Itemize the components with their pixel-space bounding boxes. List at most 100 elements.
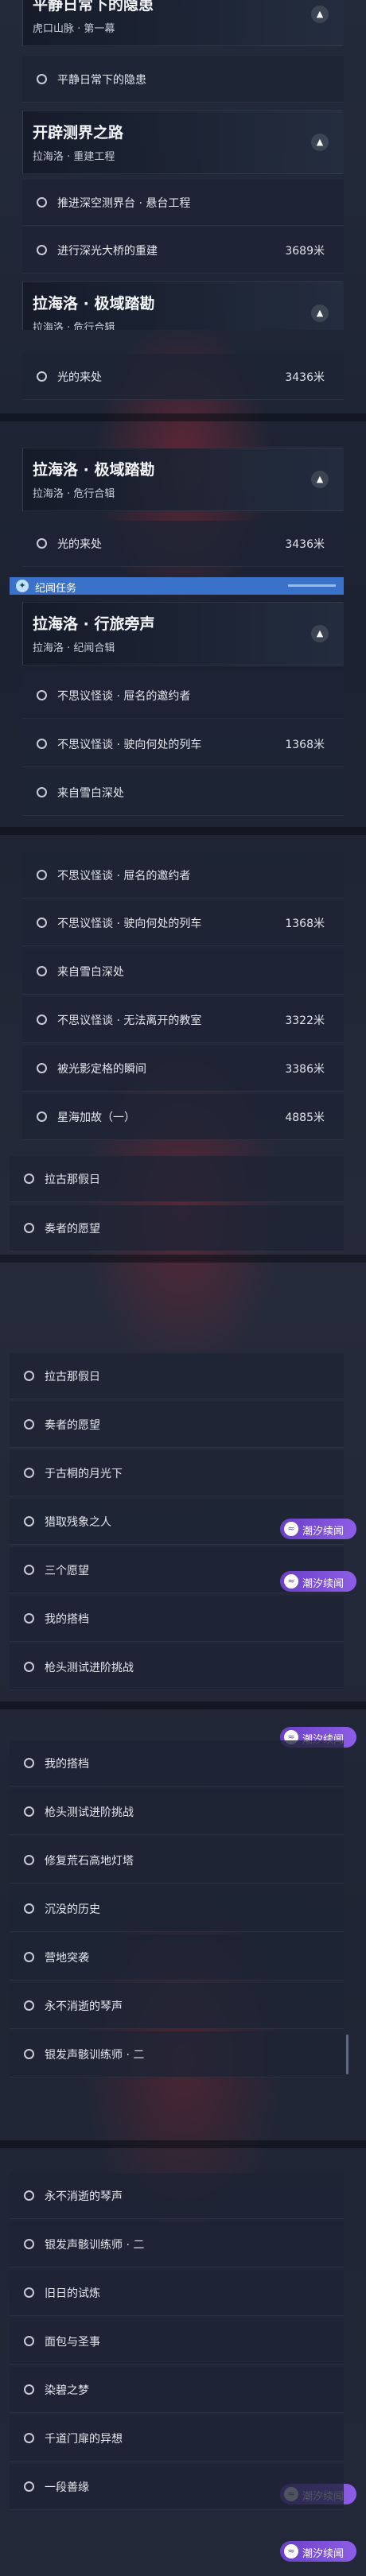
quest-row[interactable]: 拉古那假日: [10, 1353, 344, 1399]
tag-label: 潮汐续闻: [302, 1526, 345, 1538]
task-row[interactable]: 推进深空测界台 · 悬台工程: [22, 180, 344, 226]
screenshot-divider: [0, 2140, 366, 2148]
quest-status-icon: [24, 1613, 34, 1624]
quest-status-icon: [24, 1758, 34, 1768]
quest-card-active[interactable]: 拉海洛 · 极域踏勘 拉海洛 · 危行合辑 ▲: [22, 281, 344, 330]
quest-row[interactable]: 染碧之梦: [10, 2367, 344, 2413]
quest-status-icon: [24, 1855, 34, 1865]
task-row[interactable]: 来自雪白深处: [22, 770, 344, 816]
quest-label: 于古桐的月光下: [45, 1468, 123, 1480]
task-row[interactable]: 不思议怪谈 · 驶向何处的列车 1368米: [22, 900, 344, 946]
quest-status-icon: [24, 1419, 34, 1430]
quest-label: 银发声骸训练师 · 二: [45, 2049, 145, 2062]
section-decoration: [288, 584, 336, 587]
quest-row[interactable]: 奏者的愿望: [10, 1402, 344, 1448]
task-status-icon: [37, 918, 47, 928]
quest-row[interactable]: 修复荒石高地灯塔: [10, 1837, 344, 1884]
quest-status-icon: [24, 1952, 34, 1962]
task-row[interactable]: 来自雪白深处: [22, 949, 344, 995]
tidal-tag-badge: ≈ 潮汐续闻: [280, 1571, 356, 1592]
task-row[interactable]: 光的来处 3436米: [22, 521, 344, 567]
quest-row[interactable]: 我的搭档: [10, 1596, 344, 1642]
quest-label: 银发声骸训练师 · 二: [45, 2239, 145, 2252]
quest-row[interactable]: 奏者的愿望: [10, 1205, 344, 1251]
quest-row[interactable]: 枪头测试进阶挑战: [10, 1644, 344, 1690]
chevron-up-icon[interactable]: ▲: [311, 305, 329, 322]
quest-subtitle: 拉海洛 · 纪闻合辑: [33, 642, 115, 654]
quest-status-icon: [24, 1903, 34, 1914]
quest-row[interactable]: 银发声骸训练师 · 二: [10, 2221, 344, 2268]
task-row[interactable]: 星海加故（一） 4885米: [22, 1094, 344, 1140]
quest-label: 我的搭档: [45, 1758, 89, 1771]
quest-card[interactable]: 平静日常下的隐患 虎口山脉 · 第一幕 ▲: [22, 0, 344, 46]
quest-title: 开辟测界之路: [33, 124, 124, 142]
quest-status-icon: [24, 1174, 34, 1184]
quest-row[interactable]: 于古桐的月光下: [10, 1450, 344, 1496]
task-row[interactable]: 不思议怪谈 · 驶向何处的列车 1368米: [22, 721, 344, 767]
quest-status-icon: [24, 2049, 34, 2059]
screenshot-divider: [0, 1701, 366, 1709]
scrollbar[interactable]: [346, 2035, 348, 2074]
quest-label: 千道门扉的异想: [45, 2433, 123, 2446]
task-row[interactable]: 光的来处 3436米: [22, 354, 344, 400]
task-label: 进行深光大桥的重建: [57, 245, 158, 258]
quest-label: 枪头测试进阶挑战: [45, 1662, 134, 1674]
quest-row[interactable]: 我的搭档: [10, 1740, 344, 1787]
task-row[interactable]: 不思议怪谈 · 无法离开的教室 3322米: [22, 997, 344, 1043]
task-label: 星海加故（一）: [57, 1111, 135, 1124]
quest-status-icon: [24, 2000, 34, 2011]
quest-row[interactable]: 枪头测试进阶挑战: [10, 1789, 344, 1835]
quest-row[interactable]: 拉古那假日: [10, 1156, 344, 1202]
quest-status-icon: [24, 1565, 34, 1575]
task-row[interactable]: 被光影定格的瞬间 3386米: [22, 1046, 344, 1092]
tag-label: 潮汐续闻: [302, 2548, 345, 2560]
quest-row[interactable]: 千道门扉的异想: [10, 2415, 344, 2462]
quest-card[interactable]: 开辟测界之路 拉海洛 · 重建工程 ▲: [22, 111, 344, 174]
quest-status-icon: [24, 1806, 34, 1817]
quest-row[interactable]: 一段善缘: [10, 2464, 344, 2510]
task-status-icon: [37, 74, 47, 84]
quest-row[interactable]: 永不消逝的琴声: [10, 1983, 344, 2029]
task-status-icon: [37, 870, 47, 880]
quest-label: 旧日的试炼: [45, 2287, 100, 2300]
task-row[interactable]: 不思议怪谈 · 屉名的邀约者: [22, 852, 344, 898]
task-label: 不思议怪谈 · 驶向何处的列车: [57, 918, 202, 930]
task-label: 不思议怪谈 · 无法离开的教室: [57, 1014, 202, 1027]
task-row[interactable]: 进行深光大桥的重建 3689米: [22, 227, 344, 274]
quest-status-icon: [24, 1223, 34, 1233]
chevron-up-icon[interactable]: ▲: [311, 471, 329, 488]
task-row[interactable]: 平静日常下的隐患: [22, 56, 344, 103]
quest-row[interactable]: 银发声骸训练师 · 二: [10, 2031, 348, 2077]
quest-status-icon: [24, 2433, 34, 2443]
quest-card[interactable]: 拉海洛 · 行旅旁声 拉海洛 · 纪闻合辑 ▲: [22, 602, 344, 665]
task-row[interactable]: 不思议怪谈 · 屉名的邀约者: [22, 673, 344, 719]
quest-status-icon: [24, 1516, 34, 1527]
quest-row[interactable]: 营地突袭: [10, 1934, 344, 1980]
chevron-up-icon[interactable]: ▲: [311, 625, 329, 642]
quest-subtitle: 拉海洛 · 危行合辑: [33, 488, 115, 500]
tidal-icon: ≈: [284, 2544, 298, 2559]
quest-row[interactable]: 沉没的历史: [10, 1886, 344, 1932]
quest-status-icon: [24, 1371, 34, 1381]
quest-status-icon: [24, 2287, 34, 2298]
quest-title: 拉海洛 · 极域踏勘: [33, 295, 155, 312]
quest-card-active[interactable]: 拉海洛 · 极域踏勘 拉海洛 · 危行合辑 ▲: [22, 448, 344, 511]
quest-row[interactable]: 面包与圣事: [10, 2318, 344, 2365]
task-status-icon: [37, 690, 47, 700]
task-distance: 3689米: [285, 245, 325, 258]
task-status-icon: [37, 245, 47, 255]
quest-row[interactable]: 永不消逝的琴声: [10, 2173, 344, 2219]
quest-label: 三个愿望: [45, 1565, 89, 1577]
chevron-up-icon[interactable]: ▲: [311, 134, 329, 151]
tidal-tag-badge: ≈ 潮汐续闻: [280, 2541, 356, 2562]
tidal-icon: ≈: [284, 1522, 298, 1536]
quest-label: 猎取残象之人: [45, 1516, 111, 1529]
quest-label: 营地突袭: [45, 1952, 89, 1965]
tag-label: 潮汐续闻: [302, 1578, 345, 1590]
quest-label: 枪头测试进阶挑战: [45, 1806, 134, 1819]
quest-row[interactable]: 旧日的试炼: [10, 2270, 344, 2316]
task-label: 平静日常下的隐患: [57, 74, 146, 87]
chevron-up-icon[interactable]: ▲: [311, 6, 329, 23]
quest-label: 面包与圣事: [45, 2336, 100, 2349]
quest-status-icon: [24, 2190, 34, 2201]
